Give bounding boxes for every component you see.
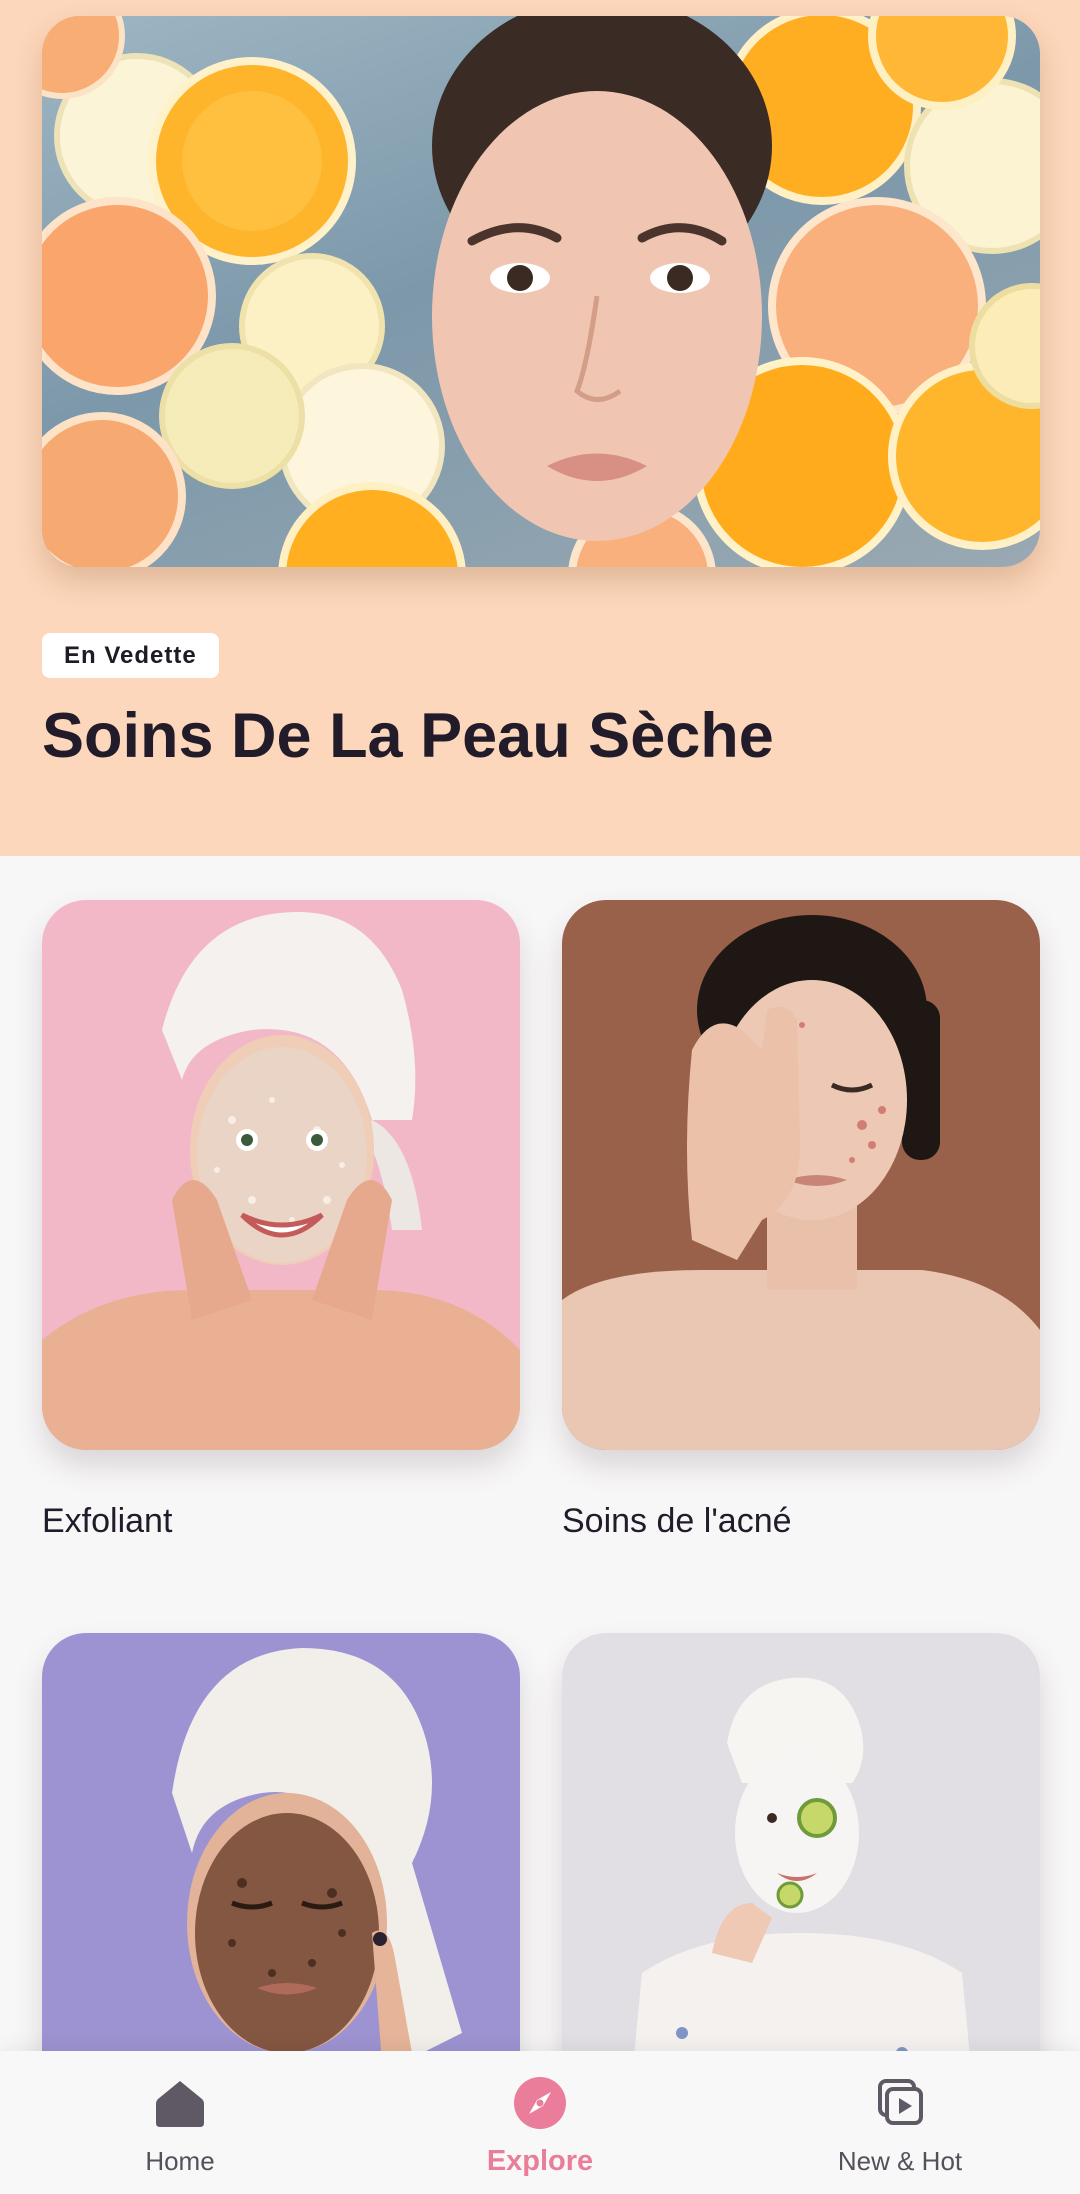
woman-acne-image (562, 900, 1040, 1450)
featured-image[interactable] (42, 16, 1040, 567)
featured-title[interactable]: Soins De La Peau Sèche (42, 696, 774, 776)
woman-face-scrub-image (42, 900, 520, 1450)
nav-item-new-and-hot[interactable]: New & Hot (720, 2051, 1080, 2194)
nav-item-home[interactable]: Home (0, 2051, 360, 2194)
category-label[interactable]: Exfoliant (42, 1500, 172, 1542)
nav-item-explore[interactable]: Explore (360, 2051, 720, 2194)
category-image[interactable] (562, 900, 1040, 1450)
face-with-orange-slices-image (42, 16, 1040, 567)
nav-label-explore: Explore (486, 2145, 594, 2177)
category-image[interactable] (42, 900, 520, 1450)
compass-icon (512, 2075, 568, 2131)
home-icon (152, 2075, 208, 2131)
category-label[interactable]: Soins de l'acné (562, 1500, 792, 1542)
featured-badge: En Vedette (42, 633, 219, 678)
play-library-icon (872, 2075, 928, 2131)
category-card-acne[interactable]: Soins de l'acné (562, 900, 1040, 1540)
featured-section[interactable]: En Vedette Soins De La Peau Sèche (0, 0, 1080, 856)
bottom-navigation: Home Explore New & Hot (0, 2051, 1080, 2194)
nav-label-new-and-hot: New & Hot (837, 2146, 963, 2176)
category-card-exfoliant[interactable]: Exfoliant (42, 900, 520, 1540)
nav-label-home: Home (145, 2146, 215, 2176)
